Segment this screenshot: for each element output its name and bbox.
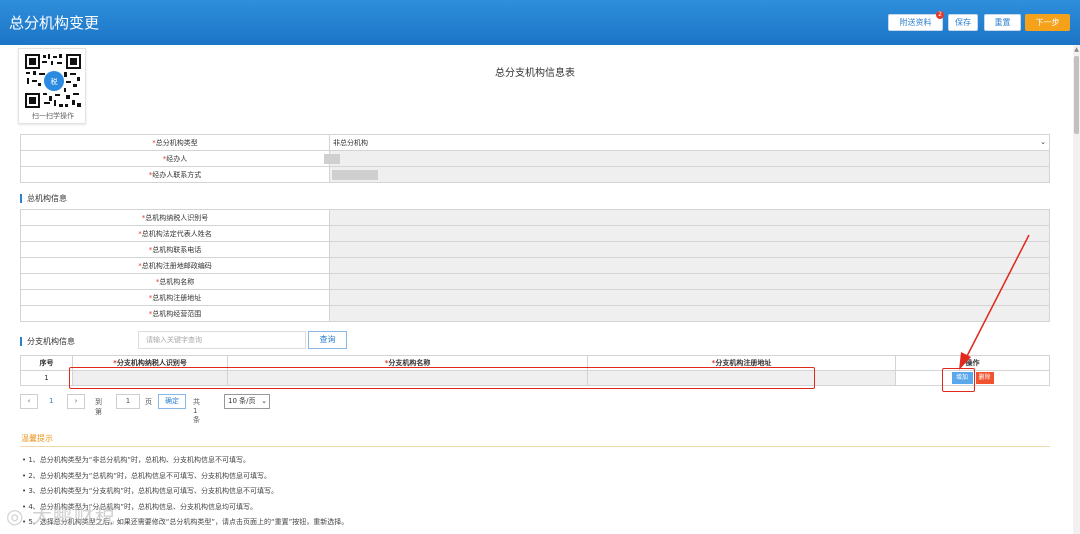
- head-office-field-label: 总机构联系电话: [152, 245, 202, 254]
- redacted-block: [332, 169, 378, 180]
- qr-code-card: 税 扫一扫学操作: [18, 48, 86, 124]
- save-button[interactable]: 保存: [948, 14, 978, 31]
- search-button[interactable]: 查询: [308, 331, 347, 349]
- current-page[interactable]: 1: [49, 397, 53, 405]
- head-office-field-value: [329, 273, 1050, 290]
- branch-search-input[interactable]: 请输入关键字查询: [138, 331, 306, 349]
- head-office-field-label: 总机构注册地址: [152, 293, 202, 302]
- head-office-field-label: 总机构名称: [159, 277, 195, 286]
- column-header-index: 序号: [20, 355, 73, 371]
- qr-code-icon: 税: [24, 53, 82, 109]
- head-office-field-value: [329, 305, 1050, 322]
- type-label-cell: *总分机构类型: [20, 134, 330, 151]
- highlight-box-fields: [69, 367, 815, 389]
- agent-field[interactable]: [324, 150, 1050, 167]
- scroll-up-arrow-icon[interactable]: ▲: [1073, 46, 1080, 54]
- next-page-button[interactable]: ›: [67, 394, 85, 409]
- reset-button[interactable]: 重置: [984, 14, 1021, 31]
- attach-documents-button[interactable]: 附送资料: [888, 14, 943, 31]
- row-index: 1: [20, 370, 73, 386]
- head-office-field-label: 总机构纳税人识别号: [145, 213, 209, 222]
- head-office-field-value: [329, 257, 1050, 274]
- page-size-value: 10 条/页: [228, 397, 256, 405]
- watermark: ◎ 大鹏财税: [6, 500, 116, 529]
- tip-item: • 1、总分机构类型为“非总分机构”时，总机构、分支机构信息不可填写。: [22, 456, 251, 464]
- tip-item: • 2、总分机构类型为“总机构”时，总机构信息不可填写、分支机构信息可填写。: [22, 471, 272, 480]
- head-office-field-label: 总机构经营范围: [152, 309, 202, 318]
- prev-page-button[interactable]: ‹: [20, 394, 38, 409]
- form-title: 总分支机构信息表: [495, 68, 575, 79]
- next-step-button[interactable]: 下一步: [1025, 14, 1070, 31]
- scrollbar-thumb[interactable]: [1074, 56, 1079, 134]
- head-office-section-title: 总机构信息: [20, 194, 67, 203]
- total-count: 共 1 条: [193, 398, 200, 424]
- watermark-logo-icon: ◎: [6, 504, 25, 528]
- tip-item: • 3、总分机构类型为“分支机构”时，总机构信息可填写、分支机构信息不可填写。: [22, 487, 279, 495]
- tips-divider: [20, 446, 1050, 447]
- goto-page-input[interactable]: 1: [116, 394, 140, 409]
- tips-title: 温馨提示: [21, 434, 53, 443]
- goto-label: 到第: [95, 398, 102, 416]
- head-office-field-label: 总机构法定代表人姓名: [141, 229, 212, 238]
- head-office-field-value: [329, 225, 1050, 242]
- agent-phone-label-cell: *经办人联系方式: [20, 166, 330, 183]
- head-office-field-label: 总机构注册地邮政编码: [141, 261, 212, 270]
- page-suffix-label: 页: [145, 398, 152, 406]
- redacted-block: [324, 153, 340, 164]
- branch-section-title: 分支机构信息: [20, 337, 75, 346]
- head-office-field-value: [329, 209, 1050, 226]
- basic-info-table: *总分机构类型 非总分机构 ⌄ *经办人 *经办人联系方式: [20, 134, 1050, 183]
- qr-caption: 扫一扫学操作: [32, 112, 74, 120]
- head-office-table: *总机构纳税人识别号 *总机构法定代表人姓名 *总机构联系电话 *总机构注册地邮…: [20, 209, 1050, 322]
- chevron-down-icon: ⌄: [261, 397, 267, 405]
- delete-row-button[interactable]: 删除: [975, 372, 994, 384]
- chevron-down-icon: ⌄: [1040, 137, 1046, 146]
- agent-label-cell: *经办人: [20, 150, 330, 167]
- head-office-field-value: [329, 241, 1050, 258]
- watermark-text: 大鹏财税: [31, 504, 116, 528]
- head-office-field-value: [329, 289, 1050, 306]
- agent-phone-field[interactable]: [329, 166, 1050, 183]
- annotation-arrow-icon: [959, 234, 1030, 370]
- page-size-select[interactable]: 10 条/页 ⌄: [224, 394, 270, 409]
- confirm-page-button[interactable]: 确定: [158, 394, 186, 409]
- page-title: 总分机构变更: [9, 14, 100, 32]
- org-type-select-value: 非总分机构: [333, 138, 368, 147]
- org-type-select[interactable]: 非总分机构 ⌄: [329, 134, 1050, 151]
- svg-text:税: 税: [51, 77, 58, 86]
- attach-count-badge: 2: [936, 11, 944, 19]
